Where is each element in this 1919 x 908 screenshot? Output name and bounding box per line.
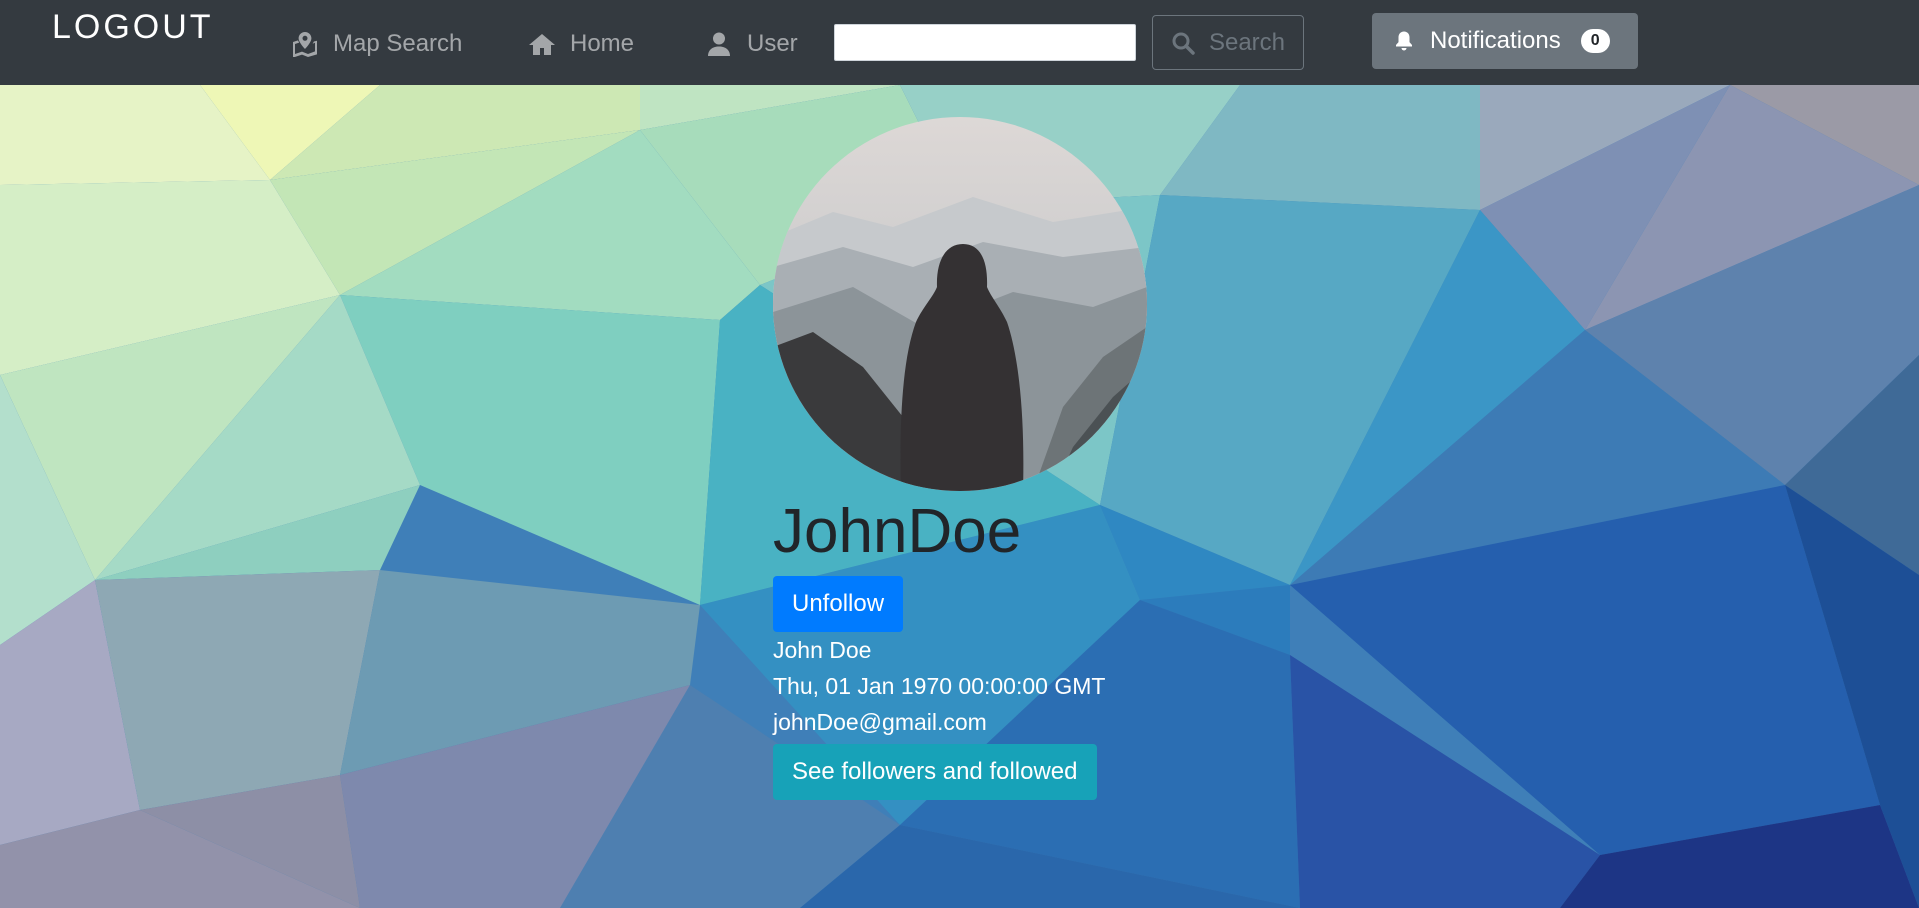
profile-full-name: John Doe — [773, 637, 872, 663]
notifications-label: Notifications — [1430, 27, 1561, 54]
logout-link[interactable]: LOGOUT — [52, 8, 214, 47]
map-marked-icon — [293, 32, 317, 57]
bell-icon — [1396, 31, 1412, 51]
profile-date: Thu, 01 Jan 1970 00:00:00 GMT — [773, 673, 1106, 699]
nav-user-label: User — [747, 30, 798, 57]
nav-map-search[interactable]: Map Search — [291, 28, 462, 60]
top-navbar: LOGOUT Map Search Home User Search Notif… — [0, 0, 1919, 85]
search-icon — [1172, 32, 1195, 55]
unfollow-button[interactable]: Unfollow — [773, 576, 904, 632]
avatar — [773, 117, 1147, 491]
search-button[interactable]: Search — [1152, 15, 1304, 70]
nav-home-label: Home — [570, 30, 635, 57]
nav-home[interactable]: Home — [528, 28, 634, 60]
home-icon — [529, 34, 555, 55]
search-input[interactable] — [834, 24, 1136, 61]
notifications-button[interactable]: Notifications 0 — [1372, 13, 1638, 69]
nav-map-search-label: Map Search — [333, 30, 463, 57]
profile-card: JohnDoe Unfollow John Doe Thu, 01 Jan 19… — [773, 117, 1173, 800]
see-followers-button[interactable]: See followers and followed — [773, 744, 1097, 800]
user-icon — [708, 32, 730, 56]
profile-username: JohnDoe — [773, 497, 1022, 566]
nav-user[interactable]: User — [705, 28, 798, 60]
profile-email: johnDoe@gmail.com — [773, 709, 987, 735]
notifications-count-badge: 0 — [1580, 29, 1610, 53]
search-button-label: Search — [1208, 28, 1286, 56]
